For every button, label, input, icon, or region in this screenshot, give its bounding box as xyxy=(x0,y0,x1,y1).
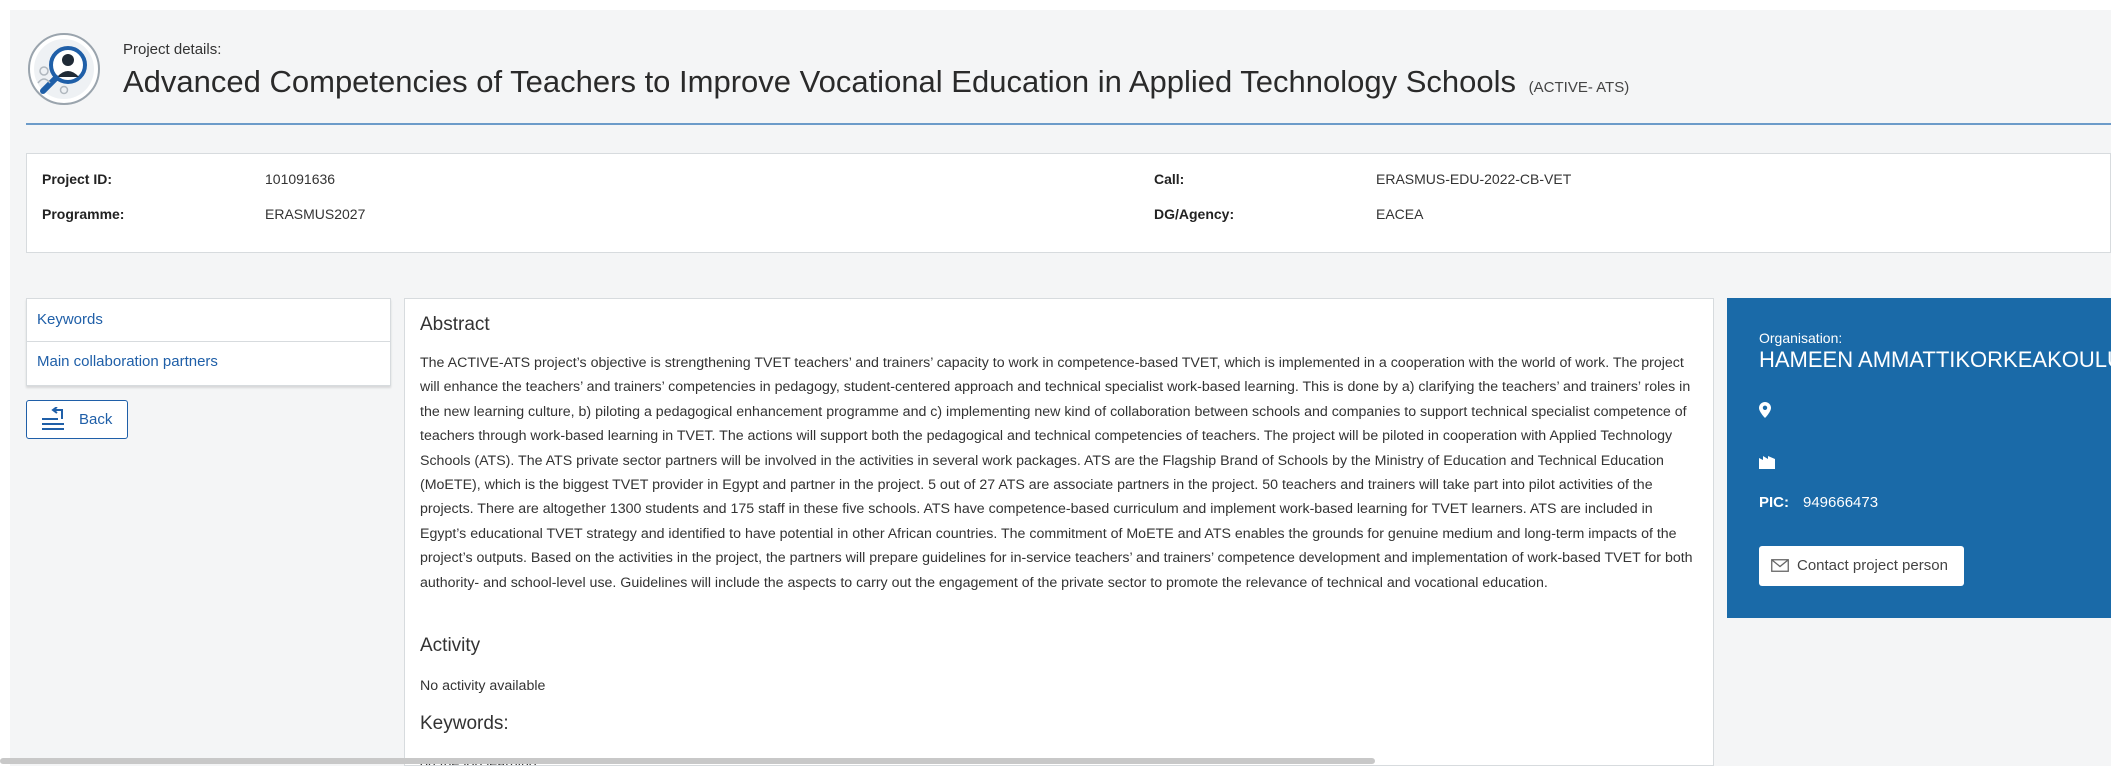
activity-text: No activity available xyxy=(420,678,546,694)
keywords-heading: Keywords: xyxy=(420,713,509,734)
call-value: ERASMUS-EDU-2022-CB-VET xyxy=(1376,171,1572,187)
activity-heading: Activity xyxy=(420,635,481,656)
project-id-label: Project ID: xyxy=(42,171,113,187)
title-divider xyxy=(26,123,2111,125)
programme-label: Programme: xyxy=(42,206,125,222)
pic-row: PIC: 949666473 xyxy=(1759,494,1878,511)
project-content-panel: Abstract The ACTIVE-ATS project’s object… xyxy=(404,298,1714,766)
horizontal-scrollbar[interactable] xyxy=(0,758,1375,764)
dg-agency-value: EACEA xyxy=(1376,206,1424,222)
nav-link-main-collaboration-partners[interactable]: Main collaboration partners xyxy=(37,353,218,370)
project-id-value: 101091636 xyxy=(265,171,336,187)
project-title: Advanced Competencies of Teachers to Imp… xyxy=(123,64,1517,99)
organisation-panel: Organisation: HAMEEN AMMATTIKORKEAKOULU … xyxy=(1727,298,2111,618)
envelope-icon xyxy=(1771,559,1789,572)
call-label: Call: xyxy=(1154,171,1185,187)
contact-project-person-button[interactable]: Contact project person xyxy=(1759,546,1964,586)
abstract-heading: Abstract xyxy=(420,314,490,335)
dg-agency-label: DG/Agency: xyxy=(1154,206,1235,222)
project-info-card: Project ID: 101091636 Programme: ERASMUS… xyxy=(26,153,2111,253)
map-pin-icon xyxy=(1759,402,1771,418)
back-label: Back xyxy=(79,411,113,428)
project-details-label: Project details: xyxy=(123,41,222,58)
section-nav: Keywords Main collaboration partners xyxy=(26,298,391,386)
abstract-text: The ACTIVE-ATS project’s objective is st… xyxy=(420,355,1693,591)
back-list-icon xyxy=(42,407,64,430)
nav-divider xyxy=(27,341,390,342)
nav-link-keywords[interactable]: Keywords xyxy=(37,311,103,328)
organisation-name: HAMEEN AMMATTIKORKEAKOULU xyxy=(1759,347,2111,372)
project-acronym: (ACTIVE- ATS) xyxy=(1528,79,1630,96)
building-icon xyxy=(1759,456,1775,469)
project-logo-icon xyxy=(28,33,100,105)
programme-value: ERASMUS2027 xyxy=(265,206,366,222)
back-button[interactable]: Back xyxy=(26,400,128,439)
page-title: Advanced Competencies of Teachers to Imp… xyxy=(123,64,1629,100)
organisation-label: Organisation: xyxy=(1759,330,1843,346)
pic-value: 949666473 xyxy=(1803,494,1879,511)
contact-button-label: Contact project person xyxy=(1797,557,1948,574)
pic-label: PIC: xyxy=(1759,494,1789,511)
